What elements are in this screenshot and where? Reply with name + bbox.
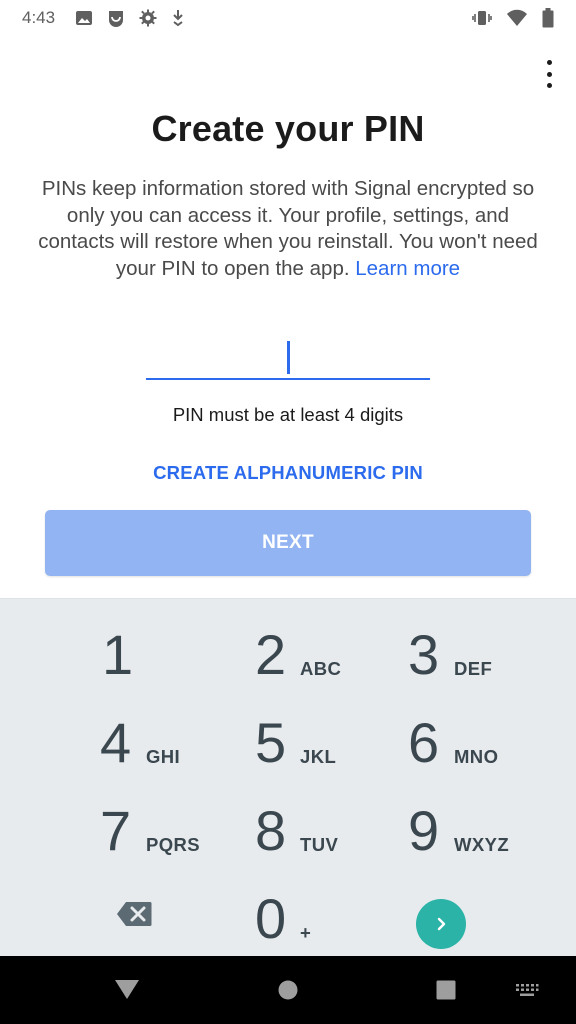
key-letters: MNO <box>454 746 499 767</box>
key-6[interactable]: 6 MNO <box>384 695 576 783</box>
key-digit: 6 <box>408 711 440 774</box>
key-letters: DEF <box>454 658 493 679</box>
download-icon <box>171 9 185 27</box>
settings-icon <box>139 9 157 27</box>
key-0[interactable]: 0 + <box>192 871 384 959</box>
key-5[interactable]: 5 JKL <box>192 695 384 783</box>
pin-hint: PIN must be at least 4 digits <box>172 404 404 425</box>
key-digit: 8 <box>255 799 287 862</box>
key-digit: 2 <box>255 623 287 686</box>
key-digit: 3 <box>408 623 440 686</box>
key-7[interactable]: 7 PQRS <box>0 783 200 871</box>
key-8[interactable]: 8 TUV <box>192 783 384 871</box>
keyboard-icon[interactable] <box>515 983 539 1002</box>
navigation-bar <box>0 956 576 1024</box>
key-digit: 4 <box>100 711 132 774</box>
create-alphanumeric-pin-button[interactable]: CREATE ALPHANUMERIC PIN <box>0 462 576 484</box>
key-letters: TUV <box>300 834 339 855</box>
key-1[interactable]: 1 <box>0 607 192 695</box>
learn-more-link[interactable]: Learn more <box>355 257 460 280</box>
status-right <box>472 8 554 28</box>
numeric-keypad: 1 2 ABC 3 DEF 4 GHI 5 JKL 6 MNO 7 PQRS 8… <box>0 598 576 956</box>
next-button[interactable]: NEXT <box>45 510 531 576</box>
status-left: 4:43 <box>22 8 185 28</box>
text-cursor <box>287 341 290 374</box>
key-letters: GHI <box>146 746 181 767</box>
overflow-dot <box>546 83 552 88</box>
key-digit: 5 <box>255 711 287 774</box>
pin-input[interactable] <box>146 334 434 380</box>
image-icon <box>75 9 93 27</box>
page-title: Create your PIN <box>151 108 425 149</box>
backspace-key[interactable] <box>0 871 192 959</box>
pin-description-text: PINs keep information stored with Signal… <box>38 177 538 280</box>
chevron-right-icon <box>437 917 446 931</box>
key-digit: 1 <box>102 623 134 686</box>
wifi-icon <box>506 9 528 27</box>
status-bar: 4:43 <box>0 0 576 36</box>
key-digit: 7 <box>100 799 132 862</box>
key-letters: WXYZ <box>454 834 510 855</box>
key-4[interactable]: 4 GHI <box>0 695 192 783</box>
key-digit: 9 <box>408 799 440 862</box>
key-digit: 0 <box>255 887 287 950</box>
overflow-dot <box>546 71 552 77</box>
key-3[interactable]: 3 DEF <box>384 607 576 695</box>
key-letters: + <box>300 922 312 943</box>
signal-notification-icon <box>107 9 125 27</box>
pin-description: PINs keep information stored with Signal… <box>36 176 540 282</box>
back-nav-icon[interactable] <box>114 978 140 1005</box>
status-time: 4:43 <box>22 8 56 27</box>
overflow-dot <box>546 60 552 65</box>
home-nav-icon[interactable] <box>278 980 298 1005</box>
key-9[interactable]: 9 WXYZ <box>384 783 576 871</box>
key-letters: ABC <box>300 658 342 679</box>
battery-icon <box>542 8 554 28</box>
key-2[interactable]: 2 ABC <box>192 607 384 695</box>
overflow-menu-icon[interactable] <box>542 60 556 88</box>
recents-nav-icon[interactable] <box>436 980 456 1005</box>
go-button[interactable] <box>416 899 466 949</box>
vibrate-icon <box>472 9 492 27</box>
key-letters: JKL <box>300 746 337 767</box>
backspace-icon <box>117 902 152 926</box>
